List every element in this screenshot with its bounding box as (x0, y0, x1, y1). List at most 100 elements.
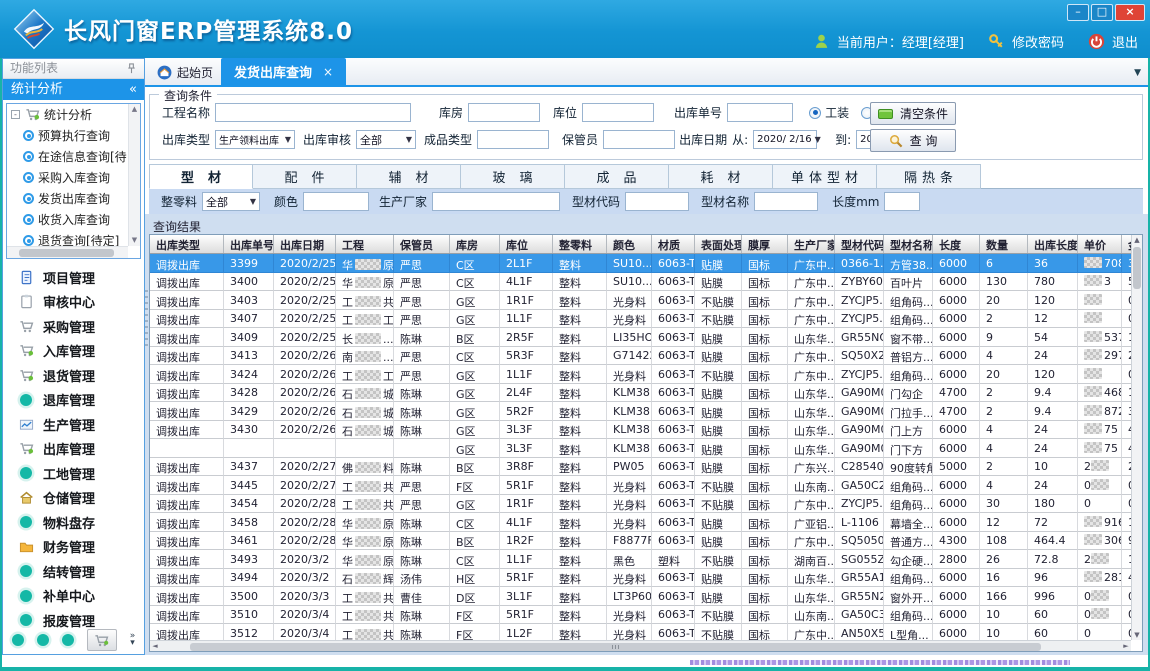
column-header[interactable]: 库房 (450, 235, 500, 253)
column-header[interactable]: 单价 (1078, 235, 1122, 253)
material-tab-型材[interactable]: 型材 (149, 164, 253, 189)
date-from-picker[interactable]: 2020/ 2/16▼ (753, 130, 817, 149)
profile-name-input[interactable] (754, 192, 818, 211)
audit-select[interactable]: 全部▼ (356, 130, 416, 149)
manufacturer-input[interactable] (432, 192, 560, 211)
sidebar-item-出库管理[interactable]: 出库管理 (5, 437, 142, 462)
table-row[interactable]: 调拨出库33992020/2/25华原...严思C区2L1F整料SU10...6… (150, 254, 1131, 273)
table-row[interactable]: 调拨出库34132020/2/26南...严思C区5R3F整料G71422606… (150, 347, 1131, 366)
column-header[interactable]: 表面处理 (695, 235, 742, 253)
table-row[interactable]: 调拨出库34942020/3/2石辉城汤伟H区5R1F整料光身料6063-T5贴… (150, 569, 1131, 588)
tree-horizontal-scrollbar[interactable] (7, 246, 128, 258)
sidebar-item-结转管理[interactable]: 结转管理 (5, 559, 142, 584)
table-row[interactable]: 调拨出库35122020/3/4工共工程陈琳F区1L2F整料光身料6063-T5… (150, 624, 1131, 640)
sidebar-item-退货管理[interactable]: 退货管理 (5, 363, 142, 388)
tree-vertical-scrollbar[interactable]: ▲ ▼ (128, 104, 140, 246)
tab-close-icon[interactable]: × (323, 65, 333, 79)
table-row[interactable]: 调拨出库34932020/3/2华原...陈琳C区1L1F整料黑色塑料不贴膜国标… (150, 550, 1131, 569)
scroll-up-icon[interactable]: ▲ (129, 104, 140, 115)
out-type-select[interactable]: 生产领料出库▼ (215, 130, 295, 149)
column-header[interactable]: 出库类型 (150, 235, 224, 253)
grid-horizontal-scrollbar[interactable]: ◄ ► (150, 640, 1131, 651)
sidebar-item-审核中心[interactable]: 审核中心 (5, 290, 142, 315)
column-header[interactable]: 膜厚 (742, 235, 788, 253)
tree-root-statistics[interactable]: -统计分析 (7, 104, 128, 125)
table-row[interactable]: 调拨出库34032020/2/25工共工程严思G区1R1F整料光身料6063-T… (150, 291, 1131, 310)
table-row[interactable]: 调拨出库34612020/2/28华原...陈琳B区1R2F整料F8877FT6… (150, 532, 1131, 551)
column-header[interactable]: 出库单号 (224, 235, 274, 253)
scrollbar-thumb[interactable] (190, 643, 1041, 651)
sidebar-item-退库管理[interactable]: 退库管理 (5, 388, 142, 413)
table-row[interactable]: 调拨出库34582020/2/28华原...陈琳C区4L1F整料光身料6063-… (150, 513, 1131, 532)
table-row[interactable]: 调拨出库34092020/2/25长...陈琳B区2R5F整料LI35HO606… (150, 328, 1131, 347)
column-header[interactable]: 整零料 (553, 235, 607, 253)
table-row[interactable]: 调拨出库34072020/2/25工工程严思G区1L1F整料光身料6063-T5… (150, 310, 1131, 329)
sidebar-item-补单中心[interactable]: 补单中心 (5, 584, 142, 609)
table-row[interactable]: 调拨出库34292020/2/26石城陈琳G区5R2F整料KLM38176063… (150, 402, 1131, 421)
search-button[interactable]: 查 询 (870, 129, 956, 152)
close-button[interactable]: × (1115, 4, 1145, 21)
more-modules-button[interactable]: »▾ (130, 633, 136, 647)
tab-list-dropdown-icon[interactable]: ▼ (1134, 68, 1141, 78)
sidebar-item-仓储管理[interactable]: 仓储管理 (5, 486, 142, 511)
table-row[interactable]: 调拨出库34242020/2/26工工程严思G区1L1F整料光身料6063-T5… (150, 365, 1131, 384)
profile-code-input[interactable] (625, 192, 689, 211)
table-row[interactable]: 调拨出库34372020/2/27佛料...陈琳B区3R8F整料PW056063… (150, 458, 1131, 477)
project-name-input[interactable] (215, 103, 411, 122)
keeper-input[interactable] (603, 130, 675, 149)
table-row[interactable]: 调拨出库34282020/2/26石城陈琳G区2L4F整料KLM38176063… (150, 384, 1131, 403)
tree-item-采购入库查询[interactable]: 采购入库查询 (7, 167, 128, 188)
tree-item-收货入库查询[interactable]: 收货入库查询 (7, 209, 128, 230)
sidebar-splitter[interactable] (145, 290, 148, 350)
tree-item-在途信息查询[待[interactable]: 在途信息查询[待 (7, 146, 128, 167)
table-row[interactable]: 调拨出库34302020/2/26石城陈琳G区3L3F整料KLM38176063… (150, 421, 1131, 440)
material-tab-玻璃[interactable]: 玻璃 (461, 164, 565, 189)
scroll-down-icon[interactable]: ▼ (1132, 630, 1142, 640)
module-dot-icon[interactable] (37, 634, 49, 646)
whole-piece-select[interactable]: 全部▼ (202, 192, 260, 211)
sidebar-item-报废管理[interactable]: 报废管理 (5, 608, 142, 628)
scroll-right-icon[interactable]: ► (1121, 642, 1131, 651)
clear-conditions-button[interactable]: 清空条件 (870, 102, 956, 125)
scroll-up-icon[interactable]: ▲ (1132, 235, 1142, 245)
column-header[interactable]: 出库长度 (1028, 235, 1078, 253)
material-tab-成品[interactable]: 成品 (565, 164, 669, 189)
cart-module-button[interactable] (87, 629, 117, 651)
column-header[interactable]: 保管员 (394, 235, 450, 253)
radio-work-decoration[interactable] (809, 107, 821, 119)
column-header[interactable]: 工程 (336, 235, 394, 253)
sidebar-item-物料盘存[interactable]: 物料盘存 (5, 510, 142, 535)
table-row[interactable]: 调拨出库34452020/2/27工共工程严思F区5R1F整料光身料6063-T… (150, 476, 1131, 495)
column-header[interactable]: 出库日期 (274, 235, 336, 253)
module-dot-icon[interactable] (12, 634, 24, 646)
order-no-input[interactable] (727, 103, 793, 122)
tree-item-退货查询[待定][interactable]: 退货查询[待定] (7, 230, 128, 246)
tab-home[interactable]: 起始页 (148, 61, 222, 84)
tree-item-发货出库查询[interactable]: 发货出库查询 (7, 188, 128, 209)
table-row[interactable]: 调拨出库34002020/2/25华原...严思C区4L1F整料SU10...6… (150, 273, 1131, 292)
table-row[interactable]: 调拨出库35102020/3/4工共工程陈琳F区5R1F整料光身料6063-T5… (150, 606, 1131, 625)
column-header[interactable]: 数量 (980, 235, 1028, 253)
product-type-input[interactable] (477, 130, 549, 149)
collapse-icon[interactable]: « (129, 79, 137, 100)
material-tab-耗材[interactable]: 耗材 (669, 164, 773, 189)
scroll-down-icon[interactable]: ▼ (129, 235, 140, 246)
tree-expander-icon[interactable]: - (11, 110, 20, 119)
column-header[interactable]: 材质 (652, 235, 695, 253)
maximize-button[interactable]: □ (1091, 4, 1113, 21)
column-header[interactable]: 生产厂家 (788, 235, 835, 253)
material-tab-配件[interactable]: 配件 (253, 164, 357, 189)
column-header[interactable]: 型材名称 (884, 235, 933, 253)
warehouse-input[interactable] (468, 103, 540, 122)
scroll-left-icon[interactable]: ◄ (150, 642, 160, 651)
sidebar-item-工地管理[interactable]: 工地管理 (5, 461, 142, 486)
radio-work-label[interactable]: 工装 (825, 104, 849, 121)
grid-vertical-scrollbar[interactable]: ▲ ▼ (1131, 235, 1142, 640)
tab-active[interactable]: 发货出库查询 × (221, 58, 346, 85)
column-header[interactable]: 长度 (933, 235, 980, 253)
sidebar-item-入库管理[interactable]: 入库管理 (5, 339, 142, 364)
column-header[interactable]: 颜色 (607, 235, 652, 253)
sidebar-item-项目管理[interactable]: 项目管理 (5, 265, 142, 290)
column-header[interactable]: 库位 (500, 235, 553, 253)
material-tab-隔热条[interactable]: 隔热条 (877, 164, 981, 189)
